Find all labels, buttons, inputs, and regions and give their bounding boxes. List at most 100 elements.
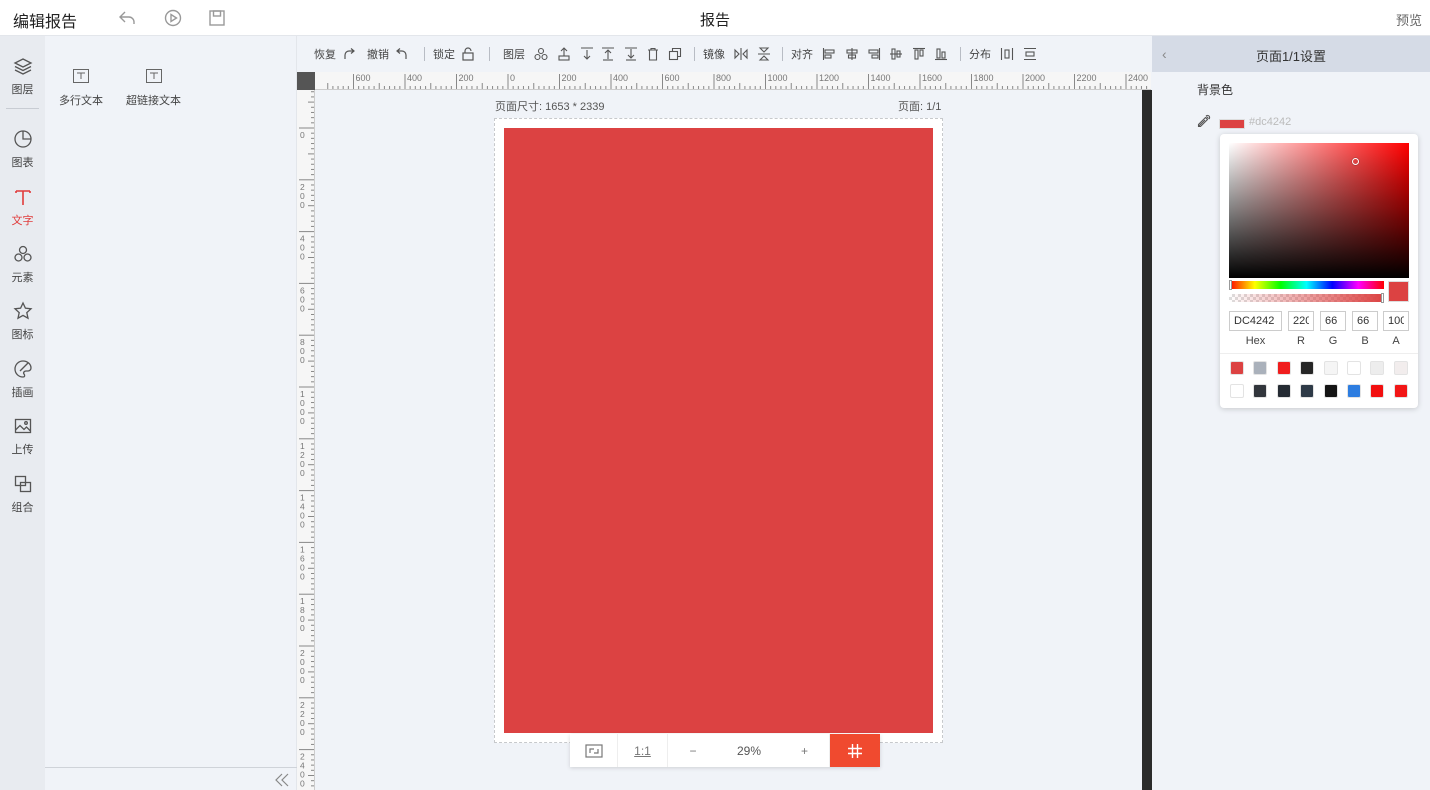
ruler-label: 2400 xyxy=(1128,73,1148,83)
align-label: 对齐 xyxy=(791,49,813,61)
preview-button[interactable]: 预览 xyxy=(1396,10,1422,29)
distribute-vertical-icon[interactable] xyxy=(1023,42,1037,66)
sidebar-item-layers[interactable]: 图层 xyxy=(0,50,45,102)
ruler-label: 200 xyxy=(459,73,474,83)
layer-to-top-icon[interactable] xyxy=(601,42,615,66)
zoom-out-button[interactable]: − xyxy=(668,734,718,767)
preset-color-swatch[interactable] xyxy=(1347,361,1361,375)
color-picker: Hex R G B A xyxy=(1220,134,1418,408)
flip-vertical-icon[interactable] xyxy=(757,42,771,66)
page-size-label: 页面尺寸: 1653 * 2339 xyxy=(495,101,605,113)
vertical-ruler[interactable]: 0200400600800100012001400160018002000220… xyxy=(297,90,315,790)
sidebar-item-elements[interactable]: 元素 xyxy=(0,238,45,290)
delete-icon[interactable] xyxy=(646,42,660,66)
layer-bring-forward-icon[interactable] xyxy=(534,42,548,66)
sidebar-item-upload[interactable]: 上传 xyxy=(0,410,45,462)
sidebar-item-group[interactable]: 组合 xyxy=(0,468,45,520)
chevron-left-icon[interactable]: ‹ xyxy=(1162,46,1167,62)
panel-title: 页面1/1设置 xyxy=(1255,49,1327,64)
ruler-label: 1400 xyxy=(871,73,891,83)
undo-button[interactable]: 撤销 xyxy=(367,42,409,66)
preset-color-swatch[interactable] xyxy=(1393,361,1408,375)
flip-horizontal-icon[interactable] xyxy=(734,42,748,66)
lock-button[interactable]: 锁定 xyxy=(433,42,475,66)
scrollbar-track[interactable] xyxy=(1142,90,1152,790)
zoom-1to1-button[interactable]: 1:1 xyxy=(618,734,668,767)
redo-button[interactable]: 恢复 xyxy=(314,42,356,66)
zoom-value: 29% xyxy=(736,743,762,758)
palette-icon xyxy=(13,360,32,378)
background-color-swatch[interactable] xyxy=(1219,119,1245,129)
align-left-icon[interactable] xyxy=(822,42,836,66)
distribute-label: 分布 xyxy=(969,49,991,61)
preset-color-swatch[interactable] xyxy=(1370,384,1385,398)
collapse-panel-icon[interactable] xyxy=(274,772,290,788)
preset-color-swatch[interactable] xyxy=(1323,384,1338,398)
duplicate-icon[interactable] xyxy=(668,42,682,66)
ruler-label: 400 xyxy=(407,73,422,83)
page-canvas[interactable] xyxy=(504,128,933,733)
align-center-h-icon[interactable] xyxy=(845,42,859,66)
zoom-in-button[interactable]: + xyxy=(780,734,830,767)
play-icon[interactable] xyxy=(163,8,183,28)
sidebar-item-icons[interactable]: 图标 xyxy=(0,295,45,347)
alpha-label: A xyxy=(1392,335,1400,347)
hue-slider[interactable] xyxy=(1229,280,1384,290)
grid-toggle-button[interactable] xyxy=(830,734,880,767)
preset-color-swatch[interactable] xyxy=(1323,361,1338,375)
hyperlink-text-tool[interactable]: 超链接文本 xyxy=(126,68,181,108)
preset-color-swatch[interactable] xyxy=(1370,361,1385,375)
alpha-slider-thumb[interactable] xyxy=(1381,293,1384,303)
layer-move-down-icon[interactable] xyxy=(580,42,594,66)
group-icon xyxy=(14,475,31,493)
preset-color-swatch[interactable] xyxy=(1276,384,1291,398)
preset-color-swatch[interactable] xyxy=(1347,384,1361,398)
background-color-hex: #dc4242 xyxy=(1249,116,1292,128)
canvas-area[interactable]: 页面尺寸: 1653 * 2339 页面: 1/1 1:1 − 29% + xyxy=(315,90,1142,790)
align-right-icon[interactable] xyxy=(867,42,881,66)
preset-color-swatch[interactable] xyxy=(1253,384,1268,398)
align-bottom-icon[interactable] xyxy=(934,42,948,66)
preset-color-swatch[interactable] xyxy=(1276,361,1291,375)
align-middle-v-icon[interactable] xyxy=(912,42,926,66)
undo-icon xyxy=(396,48,407,59)
sidebar: 图层 图表 文字 元素 图标 插画 上传 组合 xyxy=(0,36,45,790)
sidebar-item-illustrations[interactable]: 插画 xyxy=(0,353,45,405)
preset-color-swatch[interactable] xyxy=(1253,361,1268,375)
green-input[interactable] xyxy=(1320,311,1346,331)
sidebar-item-text[interactable]: 文字 xyxy=(0,181,45,233)
horizontal-ruler[interactable]: 600 400 200 0 200 400 600 800 1000 1200 1400 1600 18… xyxy=(315,72,1151,90)
red-input[interactable] xyxy=(1288,311,1314,331)
alpha-slider[interactable] xyxy=(1229,293,1384,303)
fit-screen-button[interactable] xyxy=(570,734,618,767)
toolbar-divider xyxy=(489,47,490,61)
hue-slider-thumb[interactable] xyxy=(1229,280,1232,290)
preset-color-swatch[interactable] xyxy=(1300,384,1315,398)
save-icon[interactable] xyxy=(207,8,227,28)
layer-move-up-icon[interactable] xyxy=(557,42,571,66)
page-frame[interactable] xyxy=(494,118,943,743)
sidebar-item-charts[interactable]: 图表 xyxy=(0,123,45,175)
preset-color-swatch[interactable] xyxy=(1230,384,1244,398)
eyedropper-icon[interactable] xyxy=(1197,114,1211,128)
ruler-label: 0 xyxy=(300,779,305,789)
distribute-button: 分布 xyxy=(969,42,991,66)
alpha-input[interactable] xyxy=(1383,311,1409,331)
color-cursor[interactable] xyxy=(1351,158,1359,166)
saturation-value-area[interactable] xyxy=(1229,143,1409,278)
toolbar-divider xyxy=(424,47,425,61)
multiline-text-tool[interactable]: 多行文本 xyxy=(59,68,103,108)
distribute-horizontal-icon[interactable] xyxy=(1000,42,1014,66)
align-top-icon[interactable] xyxy=(889,42,903,66)
layer-to-bottom-icon[interactable] xyxy=(624,42,638,66)
app-title: 编辑报告 xyxy=(13,14,78,31)
preset-color-swatch[interactable] xyxy=(1393,384,1408,398)
preset-color-swatch[interactable] xyxy=(1300,361,1315,375)
sidebar-item-label: 图表 xyxy=(11,157,34,169)
blue-input[interactable] xyxy=(1352,311,1378,331)
page-number-label: 页面: 1/1 xyxy=(898,101,942,113)
preset-color-swatch[interactable] xyxy=(1230,361,1244,375)
sidebar-item-label: 上传 xyxy=(11,444,34,456)
undo-icon[interactable] xyxy=(117,8,137,28)
hex-input[interactable] xyxy=(1229,311,1282,331)
